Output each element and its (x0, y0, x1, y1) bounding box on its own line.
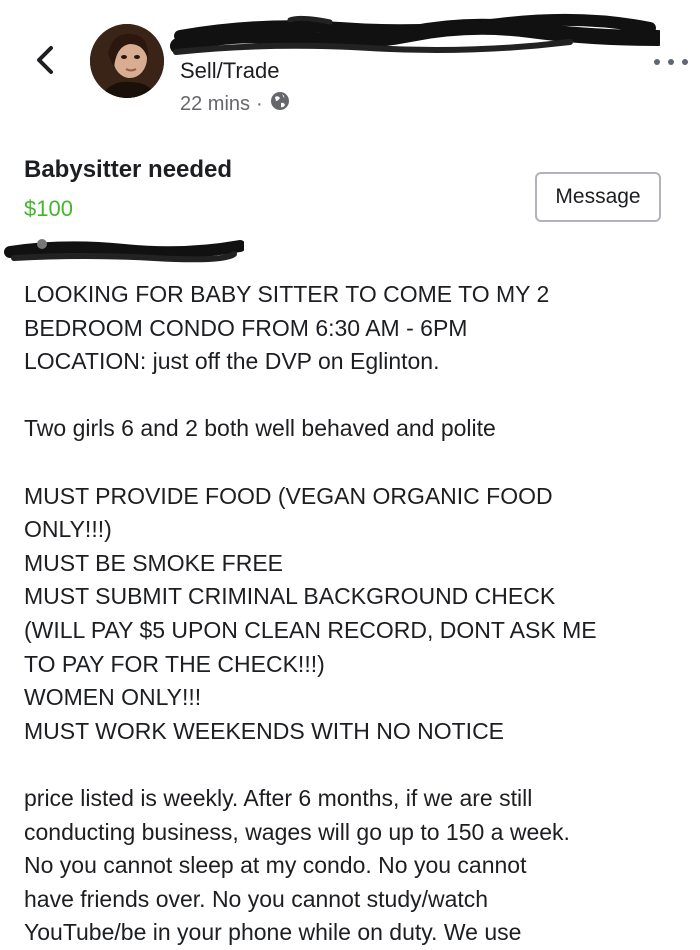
post-text-line: TO PAY FOR THE CHECK!!!) (24, 650, 325, 677)
post-text-line: WOMEN ONLY!!! (24, 684, 202, 711)
post-text-line: YouTube/be in your phone while on duty. … (24, 919, 522, 946)
post-text-line: (WILL PAY $5 UPON CLEAN RECORD, DONT ASK… (24, 616, 597, 643)
post-time[interactable]: 22 mins (180, 93, 250, 116)
post-text-line: price listed is weekly. After 6 months, … (24, 784, 533, 811)
listing-price: $100 (24, 196, 73, 221)
globe-icon (269, 90, 291, 118)
avatar[interactable] (90, 24, 164, 98)
more-dot (668, 59, 674, 65)
post-text-line: MUST BE SMOKE FREE (24, 549, 284, 576)
more-dot (654, 59, 660, 65)
meta-separator: · (256, 92, 263, 115)
group-name[interactable]: Sell/Trade (180, 58, 279, 84)
post-meta: 22 mins · (180, 90, 291, 118)
post-header: Sell/Trade 22 mins · (0, 0, 700, 130)
post-text-line: LOOKING FOR BABY SITTER TO COME TO MY 2 (24, 281, 550, 307)
post-text-line: No you cannot sleep at my condo. No you … (24, 852, 527, 879)
post-text-line: BEDROOM CONDO FROM 6:30 AM - 6PM (24, 314, 468, 341)
message-button[interactable]: Message (535, 172, 661, 222)
listing-title: Babysitter needed (24, 156, 233, 183)
chevron-left-icon[interactable] (30, 40, 60, 80)
post-text-line: Two girls 6 and 2 both well behaved and … (24, 415, 496, 442)
redacted-location (4, 232, 246, 266)
post-text-line: MUST SUBMIT CRIMINAL BACKGROUND CHECK (24, 583, 556, 610)
post-text-line: MUST PROVIDE FOOD (VEGAN ORGANIC FOOD (24, 482, 553, 509)
post-body: LOOKING FOR BABY SITTER TO COME TO MY 2 B… (24, 278, 684, 950)
post-text-line: ONLY!!!) (24, 516, 112, 543)
redacted-poster-name (170, 12, 666, 62)
more-horizontal-icon[interactable] (654, 52, 688, 72)
post-text-line: have friends over. No you cannot study/w… (24, 885, 489, 912)
more-dot (682, 59, 688, 65)
post-text-line: MUST WORK WEEKENDS WITH NO NOTICE (24, 717, 505, 744)
post-text-line: conducting business, wages will go up to… (24, 818, 570, 845)
post-text-line: LOCATION: just off the DVP on Eglinton. (24, 348, 440, 375)
